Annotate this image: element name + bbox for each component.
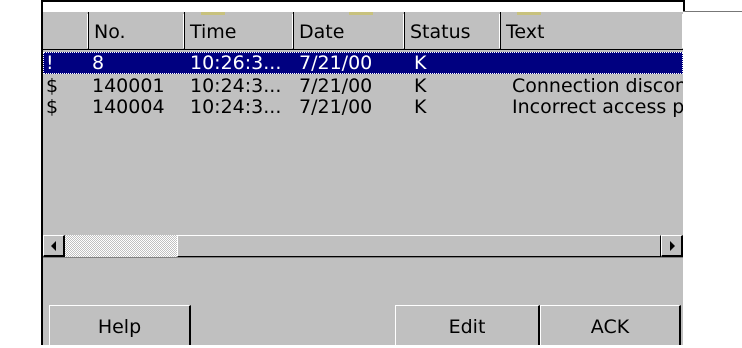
- column-header-text[interactable]: Text: [501, 12, 683, 50]
- cell-date: 7/21/00: [299, 96, 373, 118]
- window-frame-top: [41, 0, 684, 2]
- horizontal-scrollbar[interactable]: [43, 234, 683, 258]
- cell-text: [512, 52, 683, 74]
- scroll-track[interactable]: [65, 235, 661, 257]
- cell-date: 7/21/00: [299, 52, 373, 74]
- help-button[interactable]: Help: [49, 305, 191, 345]
- cell-status: K: [414, 52, 427, 74]
- edit-button[interactable]: Edit: [395, 305, 540, 345]
- column-header-flag[interactable]: [43, 12, 89, 50]
- divider: [43, 257, 683, 258]
- header-marker: [517, 12, 541, 15]
- cell-status: K: [414, 75, 427, 97]
- header-marker: [201, 12, 225, 15]
- cell-flag: $: [46, 75, 59, 97]
- cell-time: 10:24:3...: [190, 96, 282, 118]
- cell-text: Connection discon: [512, 75, 683, 97]
- cell-flag: !: [46, 52, 54, 74]
- table-row[interactable]: $ 140001 10:24:3... 7/21/00 K Connection…: [43, 75, 683, 97]
- header-marker: [349, 12, 373, 15]
- scroll-right-button[interactable]: [661, 235, 683, 257]
- cell-time: 10:24:3...: [190, 75, 282, 97]
- table-row[interactable]: $ 140004 10:24:3... 7/21/00 K Incorrect …: [43, 96, 683, 118]
- arrow-right-icon: [670, 241, 675, 251]
- column-header-date[interactable]: Date: [294, 12, 405, 50]
- cell-date: 7/21/00: [299, 75, 373, 97]
- frame-divider: [683, 11, 742, 12]
- scroll-left-button[interactable]: [43, 235, 65, 257]
- cell-no: 140004: [92, 96, 165, 118]
- column-header-time[interactable]: Time: [185, 12, 294, 50]
- cell-status: K: [414, 96, 427, 118]
- alarm-view-panel: No. Time Date Status Text ! 8 10:26:3...…: [43, 12, 683, 345]
- arrow-left-icon: [51, 241, 56, 251]
- table-row-selected[interactable]: ! 8 10:26:3... 7/21/00 K: [43, 52, 683, 74]
- column-header-no[interactable]: No.: [89, 12, 185, 50]
- cell-no: 140001: [92, 75, 165, 97]
- scroll-thumb[interactable]: [177, 235, 661, 257]
- cell-flag: $: [46, 96, 59, 118]
- cell-text: Incorrect access p: [512, 96, 683, 118]
- ack-button[interactable]: ACK: [540, 305, 681, 345]
- column-header-status[interactable]: Status: [405, 12, 501, 50]
- cell-no: 8: [92, 52, 105, 74]
- cell-time: 10:26:3...: [190, 52, 282, 74]
